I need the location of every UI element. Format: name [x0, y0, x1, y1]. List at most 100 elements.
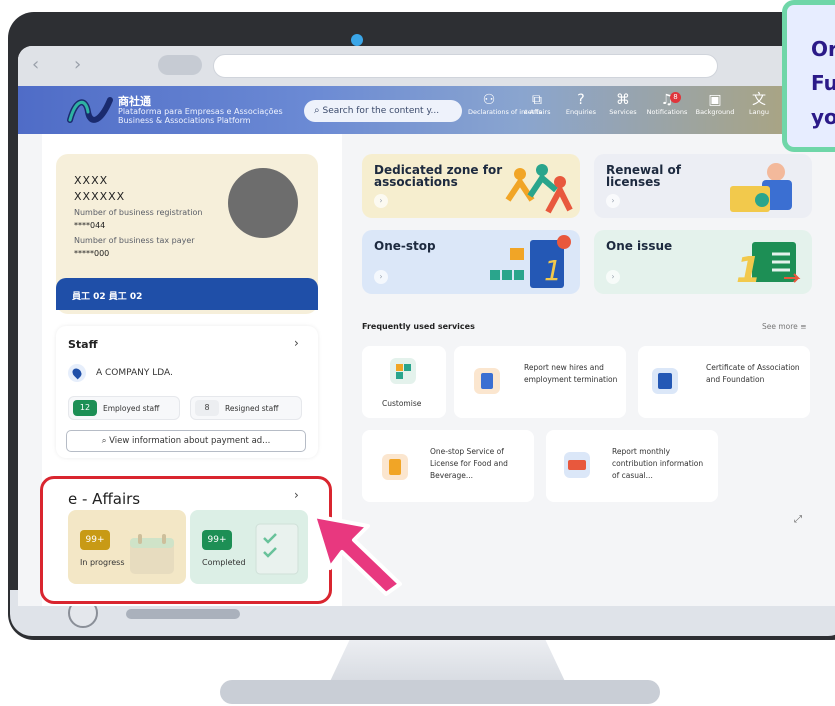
service-one-stop-food[interactable]: One-stop Service of License for Food and…: [362, 430, 534, 502]
nav-label: Services: [609, 108, 637, 116]
service-label: Certificate of Association and Foundatio…: [706, 363, 800, 384]
nav-notifications[interactable]: ♫ 8 Notifications: [646, 92, 688, 116]
nav-label: Langu: [749, 108, 769, 116]
service-label: One-stop Service of License for Food and…: [430, 447, 508, 480]
view-payment-label: View information about payment ad...: [109, 436, 271, 446]
company-name-line2: XXXXXX: [74, 190, 126, 203]
list-icon: ≡: [800, 322, 807, 331]
e-affairs-icon: ⧉: [532, 92, 542, 108]
tooltip-line1: Or: [811, 37, 835, 61]
one-issue-icon: 1: [736, 242, 801, 290]
staff-card: Staff › A COMPANY LDA. 12 Employed staff…: [56, 326, 318, 458]
svg-text:1: 1: [544, 254, 562, 287]
contribution-icon: [564, 452, 590, 478]
avatar[interactable]: [228, 168, 298, 238]
company-name-line1: XXXX: [74, 174, 109, 187]
svg-text:1: 1: [736, 250, 761, 290]
report-hires-icon: [474, 368, 500, 394]
nav-label: e-Affairs: [523, 108, 551, 116]
back-arrow-icon[interactable]: ‹: [32, 54, 39, 75]
nav-label: Background: [695, 108, 735, 116]
employed-label: Employed staff: [103, 404, 160, 413]
nav-label: Declarations of intents: [468, 108, 542, 116]
see-more-link[interactable]: See more ≡: [762, 322, 807, 331]
employed-count: 12: [73, 400, 97, 416]
chevron-right-icon: ›: [606, 270, 620, 284]
logo-subtitle-en: Business & Associations Platform: [118, 116, 251, 125]
chevron-right-icon[interactable]: ›: [294, 336, 299, 350]
customise-icon: [390, 358, 416, 384]
expand-icon[interactable]: ⤢: [794, 514, 802, 525]
tax-label: Number of business tax payer: [74, 236, 195, 245]
address-bar[interactable]: [213, 54, 718, 78]
search-icon: ⌕: [314, 105, 320, 116]
zone-title: One issue: [606, 239, 673, 253]
see-more-label: See more: [762, 322, 798, 331]
camera-icon: [351, 34, 363, 46]
nav-background[interactable]: ▣ Background: [694, 92, 736, 116]
resigned-label: Resigned staff: [225, 404, 279, 413]
zone-one-issue[interactable]: One issue › 1: [594, 230, 812, 294]
chevron-right-icon: ›: [374, 270, 388, 284]
service-report-new-hires[interactable]: Report new hires and employment terminat…: [454, 346, 626, 418]
tax-value: *****000: [74, 249, 110, 258]
zone-title: One-stop: [374, 239, 436, 253]
monitor-base: [220, 680, 660, 704]
nav-enquiries[interactable]: ? Enquiries: [560, 92, 602, 116]
nav-e-affairs[interactable]: ⧉ e-Affairs: [516, 92, 558, 116]
service-certificate[interactable]: Certificate of Association and Foundatio…: [638, 346, 810, 418]
monitor-chin-bar: [126, 609, 240, 619]
background-icon: ▣: [708, 92, 722, 108]
nav-declarations[interactable]: ⚇ Declarations of intents: [468, 92, 542, 116]
company-label: A COMPANY LDA.: [96, 368, 173, 378]
staff-title: Staff: [68, 338, 98, 351]
registration-value: ****044: [74, 221, 106, 230]
tooltip-line3: yo: [811, 105, 835, 129]
nav-label: Notifications: [646, 108, 688, 116]
employed-staff-stat[interactable]: 12 Employed staff: [68, 396, 180, 420]
forward-arrow-icon[interactable]: ›: [74, 54, 81, 75]
zone-title: Renewal of licenses: [606, 163, 681, 189]
browser-toolbar: ‹ ›: [18, 46, 835, 86]
service-customise[interactable]: Customise: [362, 346, 446, 418]
zone-title: Dedicated zone for associations: [374, 163, 503, 189]
highlight-frame: [40, 476, 332, 604]
zone-associations[interactable]: Dedicated zone for associations ›: [362, 154, 580, 218]
services-title: Frequently used services: [362, 322, 475, 331]
registration-label: Number of business registration: [74, 208, 203, 217]
pointer-arrow-icon: [312, 514, 402, 596]
view-payment-info-button[interactable]: ⌕ View information about payment ad...: [66, 430, 306, 452]
service-label: Report monthly contribution information …: [612, 447, 704, 480]
tooltip-callout: Or Fu yo: [782, 0, 835, 152]
tooltip-line2: Fu: [811, 71, 835, 95]
bell-icon: ♫: [660, 92, 674, 108]
zone-one-stop[interactable]: One-stop › 1: [362, 230, 580, 294]
nav-services[interactable]: ⌘ Services: [602, 92, 644, 116]
declarations-icon: ⚇: [482, 92, 496, 108]
nav-language[interactable]: 文 Langu: [738, 92, 780, 116]
resigned-count: 8: [195, 400, 219, 416]
platform-logo-icon[interactable]: [66, 94, 114, 126]
staff-band: 員工 02 員工 02: [56, 278, 318, 310]
site-header: 商社通 Plataforma para Empresas e Associaçõ…: [18, 86, 835, 134]
people-group-icon: [505, 164, 573, 214]
resigned-staff-stat[interactable]: 8 Resigned staff: [190, 396, 302, 420]
nav-label: Enquiries: [565, 108, 597, 116]
food-beverage-icon: [382, 454, 408, 480]
browser-tab[interactable]: [158, 55, 202, 75]
one-stop-icon: 1: [490, 235, 571, 288]
search-input[interactable]: ⌕ Search for the content y...: [304, 100, 462, 122]
service-label: Customise: [382, 399, 422, 408]
location-pin-icon: [68, 364, 86, 382]
notification-badge: 8: [670, 92, 681, 103]
language-icon: 文: [752, 92, 766, 108]
service-label: Report new hires and employment terminat…: [524, 363, 618, 384]
chevron-right-icon: ›: [374, 194, 388, 208]
services-icon: ⌘: [616, 92, 630, 108]
service-report-contribution[interactable]: Report monthly contribution information …: [546, 430, 718, 502]
license-renewal-icon: [730, 163, 792, 212]
certificate-icon: [652, 368, 678, 394]
zone-renewal[interactable]: Renewal of licenses ›: [594, 154, 812, 218]
search-placeholder: Search for the content y...: [322, 106, 440, 116]
enquiries-icon: ?: [577, 92, 585, 108]
